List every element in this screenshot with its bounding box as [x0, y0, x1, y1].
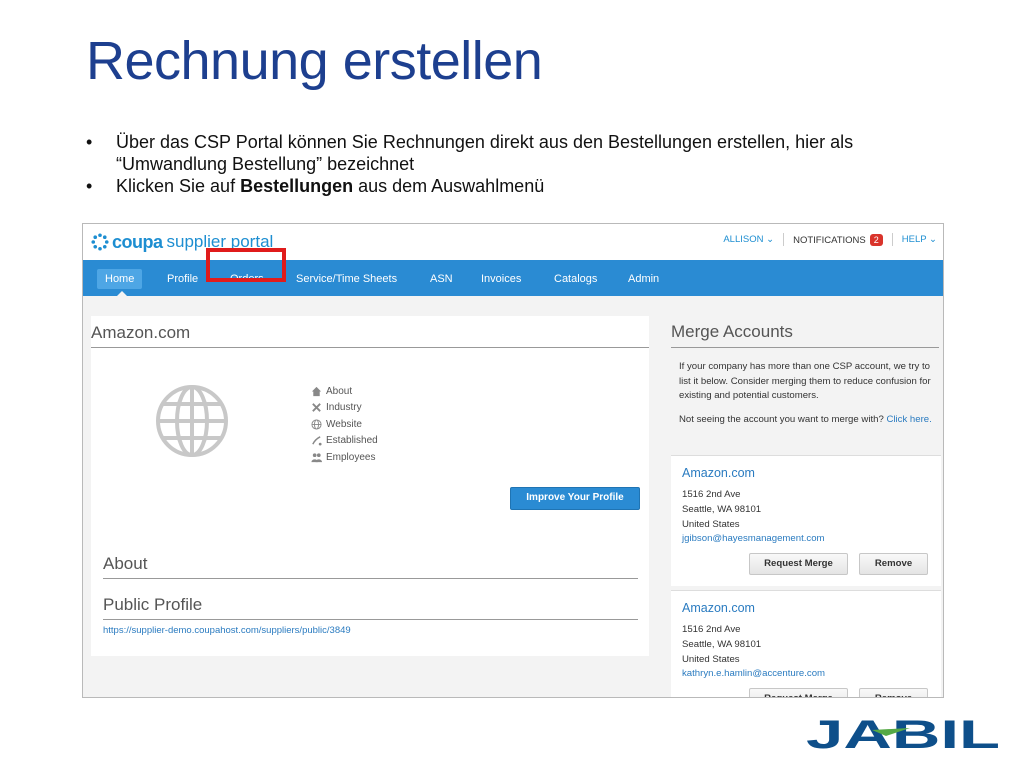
globe-small-icon: [311, 419, 322, 430]
bullet-text: Klicken Sie auf: [116, 176, 241, 196]
bullet-list: Über das CSP Portal können Sie Rechnunge…: [86, 131, 966, 197]
people-icon: [311, 453, 322, 462]
bullet-text: aus dem Auswahlmenü: [353, 176, 545, 196]
slide-title: Rechnung erstellen: [86, 31, 543, 91]
merge-accounts-panel: Merge Accounts If your company has more …: [671, 316, 941, 697]
info-label: Website: [326, 418, 362, 430]
nav-invoices[interactable]: Invoices: [473, 269, 529, 289]
notification-count-badge: 2: [869, 233, 883, 246]
account-address: 1516 2nd Ave Seattle, WA 98101 United St…: [682, 488, 825, 547]
account-country: United States: [682, 653, 740, 665]
merge-description: If your company has more than one CSP ac…: [679, 360, 937, 436]
info-established: Established: [311, 433, 378, 450]
nav-admin[interactable]: Admin: [620, 269, 667, 289]
info-label: Industry: [326, 402, 362, 414]
logo-brand-text: coupa: [112, 231, 163, 252]
globe-icon: [156, 385, 228, 457]
info-label: About: [326, 385, 353, 397]
help-menu[interactable]: HELP ⌄: [902, 234, 937, 245]
info-website: Website: [311, 416, 378, 433]
active-nav-pointer: [116, 291, 128, 297]
request-merge-button[interactable]: Request Merge: [749, 688, 848, 697]
calendar-icon: [312, 436, 322, 446]
portal-screenshot: coupa supplier portal ALLISON ⌄ NOTIFICA…: [82, 223, 944, 698]
divider: [891, 233, 893, 246]
jabil-logo-text: JABIL: [806, 714, 1000, 752]
divider: [671, 347, 939, 348]
orders-highlight-box: [206, 248, 286, 282]
not-seeing-text: Not seeing the account you want to merge…: [679, 413, 887, 425]
merge-accounts-heading: Merge Accounts: [671, 322, 793, 341]
bullet-text: Über das CSP Portal können Sie Rechnunge…: [116, 132, 854, 174]
info-employees: Employees: [311, 449, 378, 466]
jabil-logo: JABIL: [806, 714, 1000, 752]
top-user-nav: ALLISON ⌄ NOTIFICATIONS 2 HELP ⌄: [723, 233, 937, 246]
company-profile-panel: Amazon.com About Industry Website Establ…: [91, 316, 649, 656]
info-about: About: [311, 383, 378, 400]
info-label: Established: [326, 435, 378, 447]
nav-home[interactable]: Home: [97, 269, 143, 289]
info-industry: Industry: [311, 400, 378, 417]
notifications-label: NOTIFICATIONS: [793, 234, 866, 246]
about-heading: About: [103, 554, 148, 573]
account-country: United States: [682, 518, 740, 530]
improve-profile-button[interactable]: Improve Your Profile: [510, 487, 640, 510]
account-name[interactable]: Amazon.com: [682, 601, 755, 615]
divider: [103, 619, 638, 620]
merge-account-card: Amazon.com 1516 2nd Ave Seattle, WA 9810…: [671, 590, 941, 697]
account-name[interactable]: Amazon.com: [682, 466, 755, 480]
account-email[interactable]: jgibson@hayesmanagement.com: [682, 532, 825, 547]
click-here-link[interactable]: Click here.: [886, 414, 931, 425]
remove-button[interactable]: Remove: [859, 688, 928, 697]
bullet-item: Über das CSP Portal können Sie Rechnunge…: [86, 131, 966, 175]
merge-intro-text: If your company has more than one CSP ac…: [679, 361, 931, 401]
account-street: 1516 2nd Ave: [682, 489, 741, 500]
request-merge-button[interactable]: Request Merge: [749, 553, 848, 575]
divider: [91, 347, 649, 348]
bullet-item: Klicken Sie auf Bestellungen aus dem Aus…: [86, 175, 966, 197]
account-city: Seattle, WA 98101: [682, 503, 762, 515]
merge-help-text: Not seeing the account you want to merge…: [679, 413, 937, 428]
account-city: Seattle, WA 98101: [682, 638, 762, 650]
nav-asn[interactable]: ASN: [422, 269, 461, 289]
user-menu[interactable]: ALLISON ⌄: [723, 234, 774, 245]
notifications-link[interactable]: NOTIFICATIONS 2: [793, 233, 883, 246]
wrench-icon: [312, 403, 321, 413]
account-street: 1516 2nd Ave: [682, 624, 741, 635]
account-address: 1516 2nd Ave Seattle, WA 98101 United St…: [682, 623, 825, 682]
nav-catalogs[interactable]: Catalogs: [546, 269, 605, 289]
bullet-bold-text: Bestellungen: [240, 176, 354, 196]
account-email[interactable]: kathryn.e.hamlin@accenture.com: [682, 667, 825, 682]
coupa-logo-icon: [91, 233, 109, 251]
company-name: Amazon.com: [91, 323, 191, 342]
divider: [103, 578, 638, 579]
public-profile-link[interactable]: https://supplier-demo.coupahost.com/supp…: [103, 625, 351, 636]
info-label: Employees: [326, 451, 376, 463]
public-profile-heading: Public Profile: [103, 595, 203, 614]
nav-profile[interactable]: Profile: [159, 269, 206, 289]
home-icon: [311, 386, 322, 396]
company-info-list: About Industry Website Established Emplo…: [311, 383, 378, 466]
nav-service-time-sheets[interactable]: Service/Time Sheets: [288, 269, 405, 289]
remove-button[interactable]: Remove: [859, 553, 928, 575]
merge-account-card: Amazon.com 1516 2nd Ave Seattle, WA 9810…: [671, 455, 941, 586]
divider: [783, 233, 785, 246]
